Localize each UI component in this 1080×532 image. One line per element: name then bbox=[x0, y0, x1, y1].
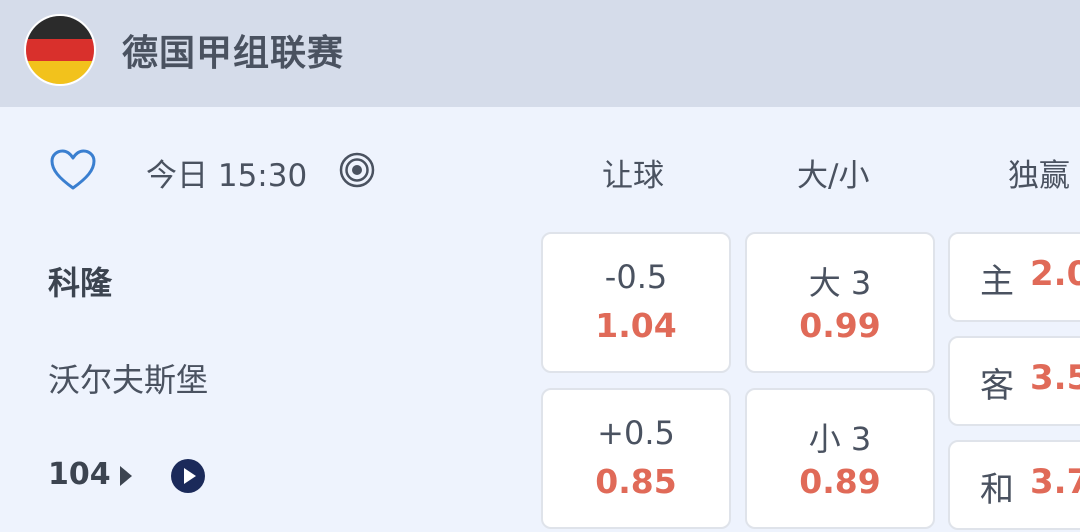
moneyline-odds: 3.7 bbox=[1030, 462, 1080, 502]
handicap-odds: 1.04 bbox=[595, 306, 677, 345]
handicap-home-cell[interactable]: -0.5 1.04 bbox=[541, 232, 731, 373]
moneyline-odds: 2.0 bbox=[1030, 254, 1080, 294]
handicap-away-cell[interactable]: +0.5 0.85 bbox=[541, 388, 731, 529]
moneyline-home-cell[interactable]: 主 2.0 bbox=[948, 232, 1080, 322]
under-cell[interactable]: 小 3 0.89 bbox=[745, 388, 935, 529]
over-odds: 0.99 bbox=[799, 306, 881, 345]
column-over-under: 大/小 bbox=[797, 158, 870, 194]
handicap-line: -0.5 bbox=[604, 258, 668, 296]
moneyline-label: 主 bbox=[980, 262, 1014, 302]
league-name: 德国甲组联赛 bbox=[122, 33, 345, 74]
play-icon[interactable] bbox=[170, 458, 206, 494]
moneyline-odds: 3.5 bbox=[1030, 358, 1080, 398]
under-line: 小 3 bbox=[808, 420, 872, 458]
moneyline-label: 和 bbox=[980, 470, 1014, 510]
market-count[interactable]: 104 bbox=[48, 457, 111, 492]
handicap-odds: 0.85 bbox=[595, 462, 677, 501]
under-odds: 0.89 bbox=[799, 462, 881, 501]
over-line: 大 3 bbox=[808, 264, 872, 302]
chevron-right-icon[interactable] bbox=[120, 466, 132, 486]
heart-icon[interactable] bbox=[49, 148, 97, 192]
moneyline-away-cell[interactable]: 客 3.5 bbox=[948, 336, 1080, 426]
away-team: 沃尔夫斯堡 bbox=[48, 361, 209, 399]
live-target-icon[interactable] bbox=[339, 152, 375, 188]
home-team: 科隆 bbox=[48, 264, 113, 302]
column-handicap: 让球 bbox=[602, 158, 664, 194]
match-time: 今日 15:30 bbox=[146, 158, 308, 194]
over-cell[interactable]: 大 3 0.99 bbox=[745, 232, 935, 373]
moneyline-label: 客 bbox=[980, 366, 1014, 406]
column-moneyline: 独赢 bbox=[1008, 158, 1070, 194]
handicap-line: +0.5 bbox=[597, 414, 675, 452]
moneyline-draw-cell[interactable]: 和 3.7 bbox=[948, 440, 1080, 530]
league-header[interactable]: 德国甲组联赛 bbox=[0, 0, 1080, 107]
germany-flag-icon bbox=[24, 14, 96, 86]
